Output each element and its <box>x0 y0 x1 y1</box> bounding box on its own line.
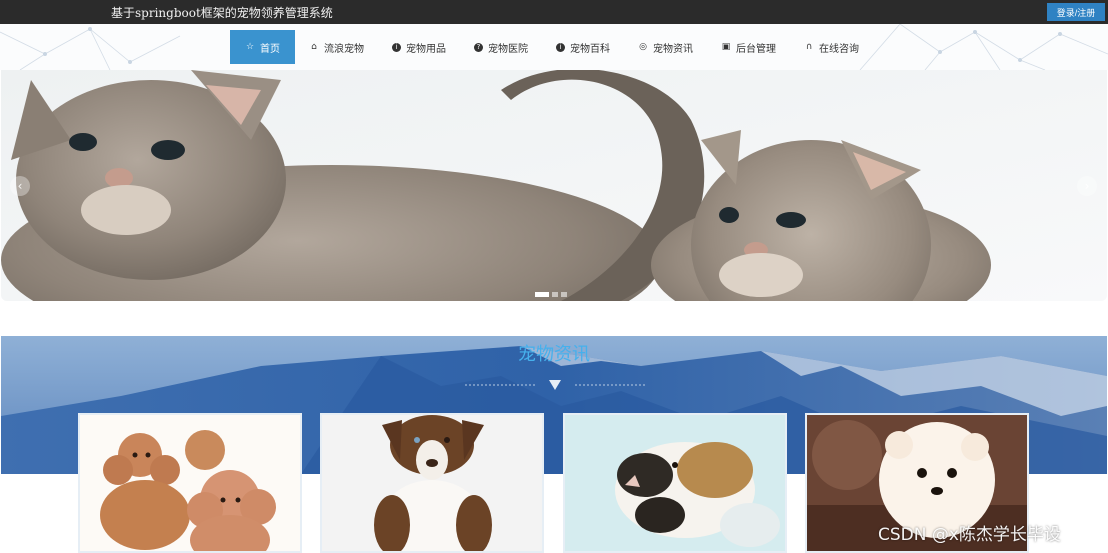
section-divider <box>465 380 645 390</box>
chevron-right-icon: › <box>1084 179 1090 193</box>
nav-item-label: 宠物百科 <box>570 43 610 55</box>
nav-item-pet-hospital[interactable]: ? 宠物医院 <box>460 30 542 64</box>
carousel-dot-1[interactable] <box>535 292 549 297</box>
carousel-dot-3[interactable] <box>561 292 567 297</box>
globe-icon: ◎ <box>639 41 647 52</box>
nav-item-label: 宠物用品 <box>406 43 446 55</box>
info-icon: i <box>556 42 565 52</box>
carousel-indicators <box>535 292 567 297</box>
nav-item-label: 宠物医院 <box>488 43 528 55</box>
banner-carousel <box>1 70 1107 301</box>
down-arrow-icon <box>549 380 561 390</box>
nav-item-online-consult[interactable]: ∩ 在线咨询 <box>790 30 873 64</box>
pet-adoption-homepage: 基于springboot框架的宠物领养管理系统 登录/注册 ☆ 首页 ⌂ 流浪宠… <box>0 0 1108 553</box>
info-icon: i <box>392 42 401 52</box>
login-register-button[interactable]: 登录/注册 <box>1047 3 1105 21</box>
news-card[interactable] <box>320 413 544 553</box>
guinea-pig-image <box>565 415 785 551</box>
nav-item-stray-pets[interactable]: ⌂ 流浪宠物 <box>295 30 378 64</box>
nav-item-pet-news[interactable]: ◎ 宠物资讯 <box>624 30 707 64</box>
nav-item-label: 在线咨询 <box>819 43 859 55</box>
nav-item-admin[interactable]: ▣ 后台管理 <box>707 30 790 64</box>
puppy-image <box>322 415 542 551</box>
nav-item-label: 后台管理 <box>736 43 776 55</box>
nav-item-label: 首页 <box>260 43 280 55</box>
watermark-text: CSDN @x陈杰学长毕设 <box>878 525 1061 545</box>
carousel-dot-2[interactable] <box>552 292 558 297</box>
news-section-title: 宠物资讯 <box>518 344 590 365</box>
site-title: 基于springboot框架的宠物领养管理系统 <box>111 6 333 20</box>
nav-item-home[interactable]: ☆ 首页 <box>230 30 295 64</box>
news-card[interactable] <box>78 413 302 553</box>
headset-icon: ∩ <box>805 41 813 52</box>
news-card[interactable] <box>563 413 787 553</box>
nav-item-pet-encyclopedia[interactable]: i 宠物百科 <box>542 30 624 64</box>
briefcase-icon: ▣ <box>721 41 731 52</box>
home-icon: ⌂ <box>311 41 317 52</box>
nav-item-pet-supplies[interactable]: i 宠物用品 <box>378 30 460 64</box>
carousel-prev-button[interactable]: ‹ <box>10 176 30 196</box>
poodle-image <box>80 415 300 551</box>
nav-item-label: 流浪宠物 <box>324 43 364 55</box>
question-icon: ? <box>474 42 483 52</box>
top-bar: 基于springboot框架的宠物领养管理系统 登录/注册 <box>0 0 1108 24</box>
star-icon: ☆ <box>245 41 255 52</box>
nav-item-label: 宠物资讯 <box>653 43 693 55</box>
nav-bar: ☆ 首页 ⌂ 流浪宠物 i 宠物用品 ? 宠物医院 i 宠物百科 ◎ 宠物资讯 <box>0 24 1108 70</box>
main-nav: ☆ 首页 ⌂ 流浪宠物 i 宠物用品 ? 宠物医院 i 宠物百科 ◎ 宠物资讯 <box>230 30 873 64</box>
banner-kittens-image <box>1 70 1107 301</box>
chevron-left-icon: ‹ <box>17 179 23 193</box>
carousel-next-button[interactable]: › <box>1077 176 1097 196</box>
